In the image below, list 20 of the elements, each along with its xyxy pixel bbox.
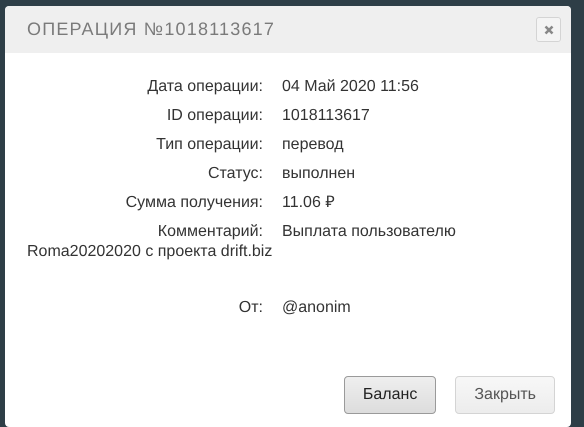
field-value: Выплата пользователю [282, 223, 456, 240]
close-button[interactable] [536, 17, 561, 42]
close-icon [544, 24, 554, 34]
dialog-button[interactable]: Закрыть [455, 376, 555, 414]
dialog-button[interactable]: Баланс [344, 376, 436, 414]
field-label: Дата операции: [146, 77, 263, 97]
field-value: перевод [282, 136, 344, 153]
field-label: Сумма получения: [124, 193, 263, 213]
field-label: Комментарий: [156, 222, 263, 242]
field-label: Тип операции: [155, 135, 263, 155]
field-value: 11.06 ₽ [282, 194, 334, 211]
field-label: Статус: [206, 164, 263, 184]
field-label: От: [238, 298, 263, 318]
dialog-title: ОПЕРАЦИЯ №1018113617 [27, 19, 276, 40]
field-label: ID операции: [166, 106, 263, 126]
field-value: 04 Май 2020 11:56 [282, 78, 419, 95]
field-value: 1018113617 [282, 107, 370, 124]
field-value: @anonim [282, 299, 351, 316]
field-value: Roma20202020 с проекта drift.biz [27, 242, 274, 262]
field-value: выполнен [282, 165, 356, 182]
